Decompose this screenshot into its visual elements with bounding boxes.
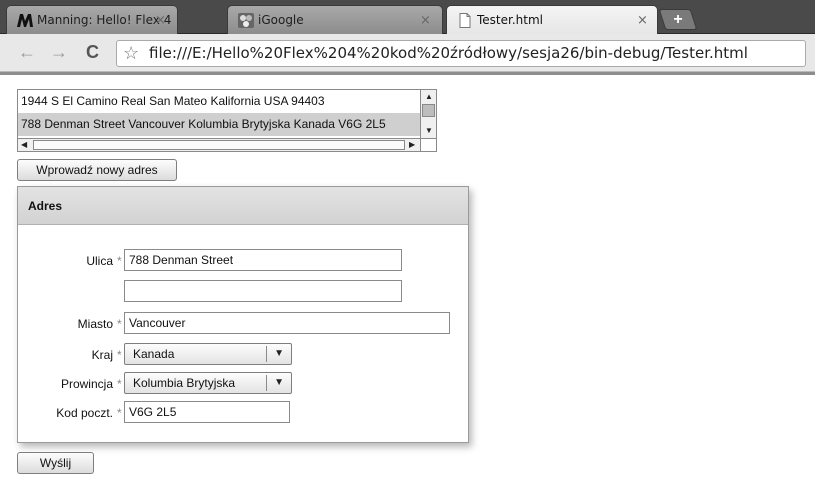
back-arrow-icon[interactable]: ←	[18, 42, 36, 62]
street2-input[interactable]	[124, 280, 402, 302]
igoogle-icon	[238, 13, 254, 28]
scroll-down-icon[interactable]: ▼	[425, 126, 433, 136]
address-panel: Adres Ulica * 788 Denman Street Miasto *…	[17, 186, 469, 443]
page-icon	[459, 13, 471, 28]
scroll-thumb[interactable]	[33, 140, 405, 150]
forward-arrow-icon[interactable]: →	[50, 42, 68, 62]
combo-divider	[266, 346, 267, 362]
close-icon[interactable]: ×	[155, 13, 166, 28]
vertical-scrollbar[interactable]: ▲ ▼	[420, 90, 436, 139]
scrollbar-corner	[420, 138, 436, 151]
tab-strip: Manning: Hello! Flex 4 × iGoogle × Teste…	[0, 0, 815, 34]
required-marker: *	[117, 406, 122, 420]
province-label: Prowincja	[60, 377, 113, 391]
url-text[interactable]: file:///E:/Hello%20Flex%204%20kod%20źród…	[149, 44, 748, 62]
required-marker: *	[117, 348, 122, 362]
list-item-selected[interactable]: 788 Denman Street Vancouver Kolumbia Bry…	[18, 113, 421, 136]
plus-icon: +	[673, 11, 683, 28]
list-item[interactable]: 1944 S El Camino Real San Mateo Kaliforn…	[18, 90, 421, 113]
chevron-down-icon[interactable]: ▼	[274, 377, 284, 388]
scroll-right-icon[interactable]: ▶	[409, 140, 415, 150]
submit-button[interactable]: Wyślij	[17, 452, 94, 474]
combo-divider	[266, 375, 267, 391]
tab-label: iGoogle	[258, 13, 304, 27]
country-label: Kraj	[91, 348, 113, 362]
manning-logo-icon	[17, 14, 33, 27]
horizontal-scrollbar[interactable]: ◀ ▶	[18, 138, 421, 151]
browser-chrome: Manning: Hello! Flex 4 × iGoogle × Teste…	[0, 0, 815, 75]
scroll-up-icon[interactable]: ▲	[425, 92, 433, 102]
country-select[interactable]: Kanada ▼	[124, 343, 292, 365]
scroll-thumb[interactable]	[422, 104, 435, 117]
required-marker: *	[117, 254, 122, 268]
street-input[interactable]: 788 Denman Street	[124, 249, 402, 271]
required-marker: *	[117, 317, 122, 331]
postal-code-label: Kod poczt.	[56, 406, 113, 420]
scroll-left-icon[interactable]: ◀	[21, 140, 27, 150]
country-selected-value: Kanada	[133, 347, 175, 361]
new-tab-button[interactable]: +	[658, 9, 698, 30]
tab-manning[interactable]: Manning: Hello! Flex 4 ×	[6, 5, 178, 34]
city-label: Miasto	[77, 317, 113, 331]
tab-igoogle[interactable]: iGoogle ×	[227, 5, 443, 34]
province-selected-value: Kolumbia Brytyjska	[133, 376, 236, 390]
close-icon[interactable]: ×	[637, 13, 648, 28]
address-bar[interactable]: ☆ file:///E:/Hello%20Flex%204%20kod%20źr…	[116, 40, 806, 67]
browser-toolbar: ← → C ☆ file:///E:/Hello%20Flex%204%20ko…	[0, 34, 815, 72]
star-icon[interactable]: ☆	[123, 43, 139, 64]
tab-label: Manning: Hello! Flex 4	[37, 13, 172, 27]
required-marker: *	[117, 377, 122, 391]
close-icon[interactable]: ×	[420, 13, 431, 28]
address-list[interactable]: 1944 S El Camino Real San Mateo Kaliforn…	[17, 89, 437, 152]
chevron-down-icon[interactable]: ▼	[274, 348, 284, 359]
street-label: Ulica	[86, 254, 113, 268]
city-input[interactable]: Vancouver	[124, 312, 450, 334]
panel-title: Adres	[18, 187, 468, 225]
reload-icon[interactable]: C	[86, 42, 99, 62]
tab-label: Tester.html	[477, 13, 543, 27]
new-address-button[interactable]: Wprowadź nowy adres	[17, 159, 177, 181]
tab-tester[interactable]: Tester.html ×	[446, 5, 658, 34]
province-select[interactable]: Kolumbia Brytyjska ▼	[124, 372, 292, 394]
postal-code-input[interactable]: V6G 2L5	[124, 401, 290, 423]
